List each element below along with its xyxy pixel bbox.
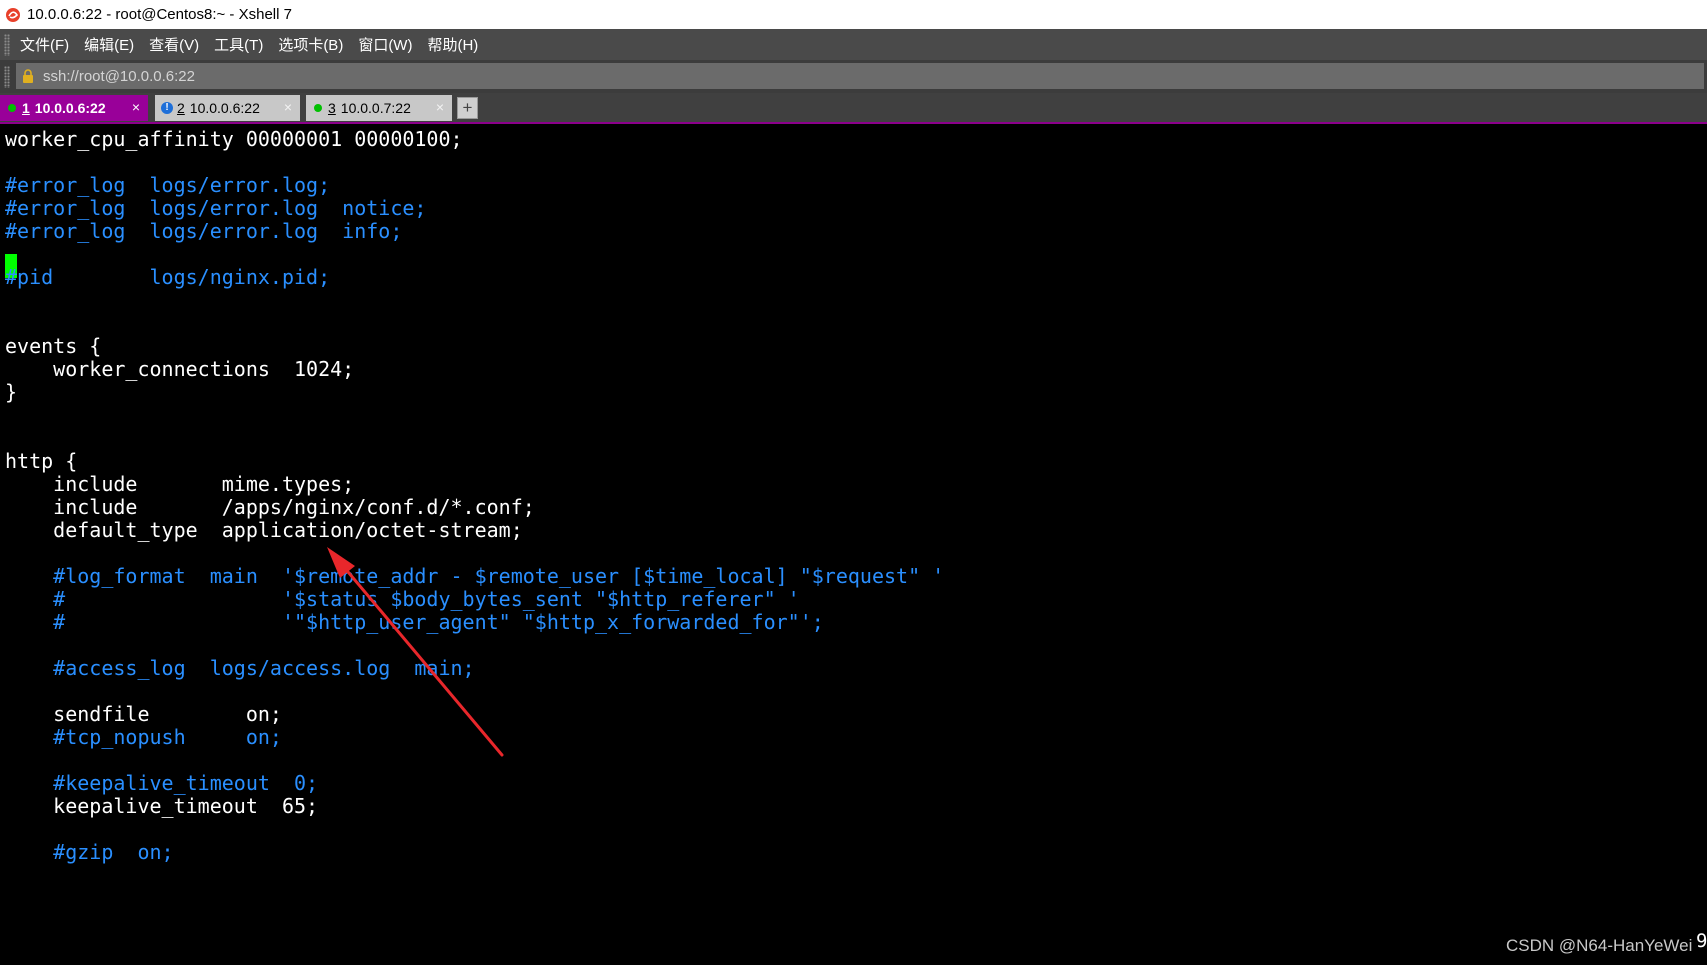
clipped-edge-character: 9 <box>1696 930 1707 952</box>
csdn-watermark: CSDN @N64-HanYeWei <box>1506 936 1693 955</box>
annotation-arrow-icon <box>327 547 504 757</box>
